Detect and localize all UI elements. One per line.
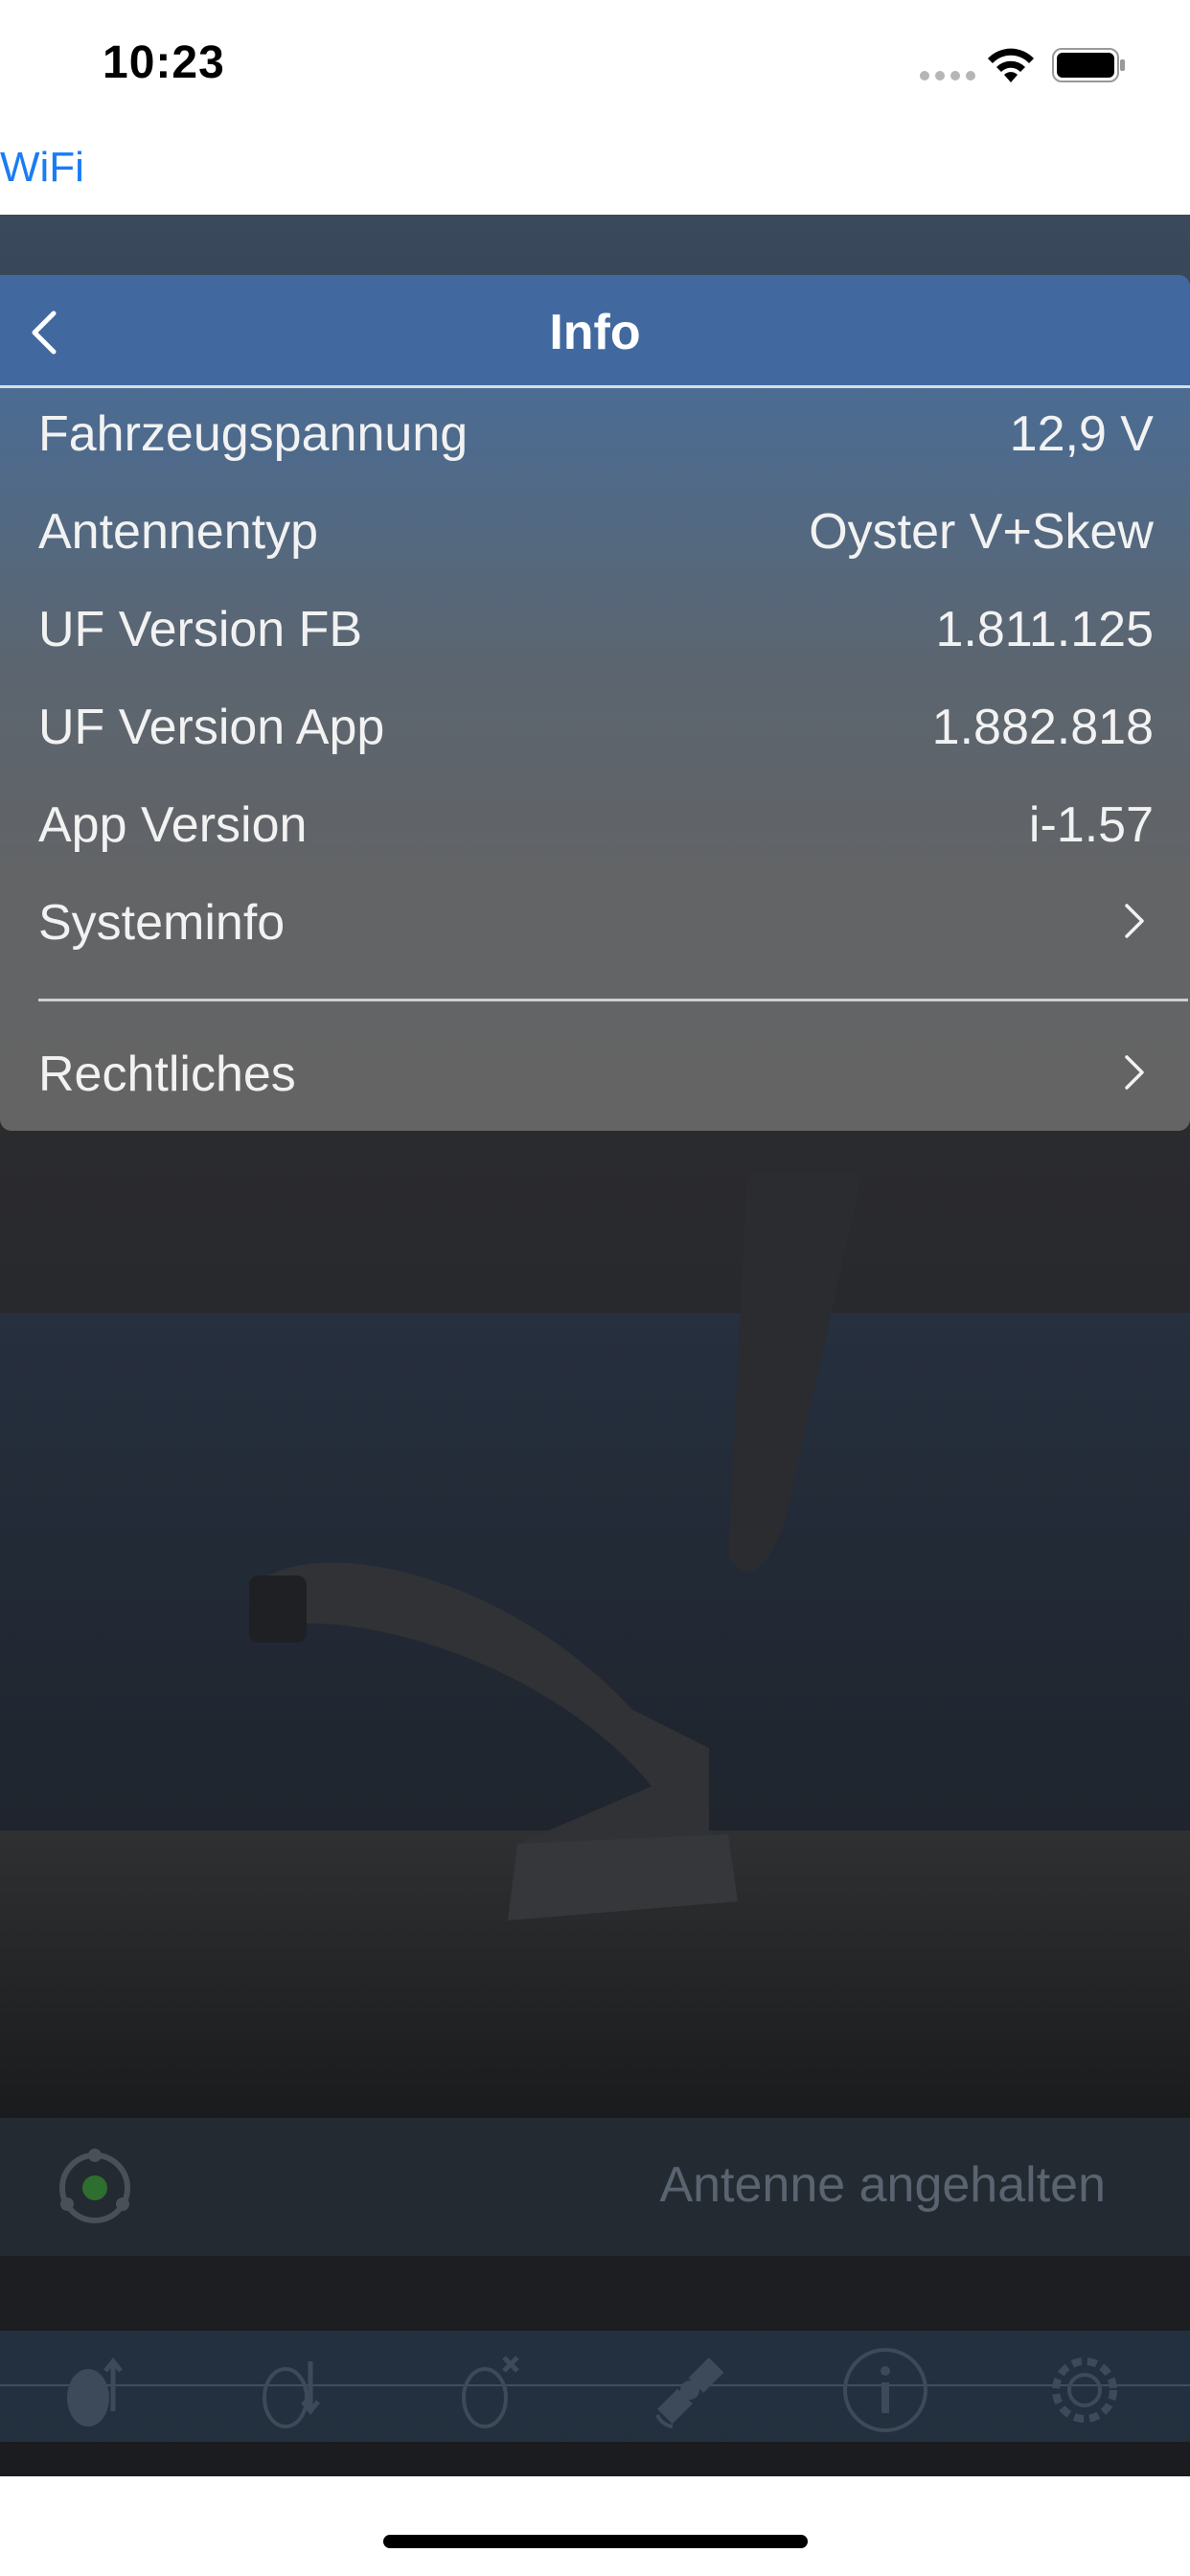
row-label: UF Version App [38, 700, 385, 755]
home-indicator[interactable] [383, 2535, 808, 2548]
row-label: Systeminfo [38, 895, 286, 951]
home-indicator-area [0, 2476, 1190, 2576]
row-label: Antennentyp [38, 504, 319, 560]
info-row-vehicle-voltage: Fahrzeugspannung 12,9 V [38, 388, 1154, 474]
row-label: App Version [38, 797, 308, 853]
row-value: 12,9 V [1009, 406, 1154, 462]
info-row-uf-version-app: UF Version App 1.882.818 [38, 681, 1154, 768]
antenna-status-bar: Antenne angehalten [0, 2118, 1190, 2256]
wifi-icon [988, 48, 1034, 82]
antenna-status-text: Antenne angehalten [659, 2157, 1106, 2213]
antenna-down-icon[interactable] [247, 2344, 339, 2436]
battery-icon [1052, 48, 1125, 82]
info-header: Info [0, 275, 1190, 388]
tab-bar-divider [0, 2384, 1190, 2386]
info-row-antenna-type: Antennentyp Oyster V+Skew [38, 486, 1154, 572]
rechtliches-link[interactable]: Rechtliches [38, 1028, 1154, 1115]
settings-gear-icon[interactable] [1039, 2344, 1131, 2436]
tab-bar [0, 2331, 1190, 2442]
cellular-signal-icon [920, 71, 975, 80]
info-row-app-version: App Version i-1.57 [38, 779, 1154, 865]
row-value: Oyster V+Skew [809, 504, 1154, 560]
antenna-up-icon[interactable] [50, 2344, 142, 2436]
chevron-right-icon [1125, 904, 1144, 938]
row-value: i-1.57 [1028, 797, 1154, 853]
satellite-icon[interactable] [644, 2344, 736, 2436]
row-value: 1.882.818 [931, 700, 1154, 755]
status-time: 10:23 [103, 37, 225, 88]
row-label: Rechtliches [38, 1046, 296, 1102]
antenna-status-icon [59, 2149, 130, 2223]
info-row-uf-version-fb: UF Version FB 1.811.125 [38, 584, 1154, 670]
row-label: Fahrzeugspannung [38, 406, 469, 462]
section-divider [38, 999, 1188, 1001]
row-label: UF Version FB [38, 602, 363, 657]
back-to-wifi-link[interactable]: WiFi [0, 144, 84, 192]
antenna-stop-icon[interactable] [446, 2344, 538, 2436]
systeminfo-link[interactable]: Systeminfo [38, 877, 1154, 963]
navigation-bar [0, 134, 1190, 215]
info-title: Info [549, 305, 641, 360]
status-bar: 10:23 [0, 0, 1190, 134]
chevron-right-icon [1125, 1055, 1144, 1090]
info-panel: Info Fahrzeugspannung 12,9 V Antennentyp… [0, 275, 1190, 1131]
antenna-image [249, 1173, 862, 1920]
row-value: 1.811.125 [935, 602, 1154, 657]
info-icon[interactable] [839, 2344, 931, 2436]
